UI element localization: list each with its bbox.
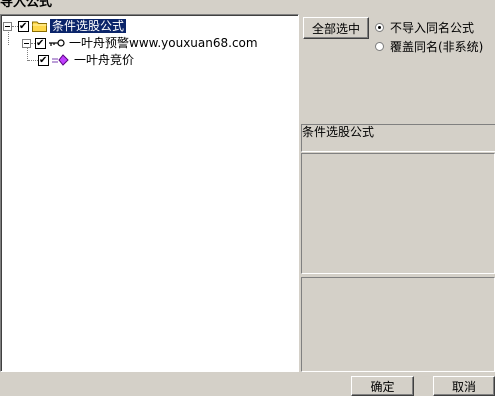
formula-diamond-icon <box>52 54 69 66</box>
ok-button[interactable]: 确定 <box>351 376 414 396</box>
child-label-text: 一叶舟预警www.youxuan68.com <box>69 36 258 50</box>
grandchild-checkbox[interactable] <box>38 54 49 66</box>
tree-branch-line <box>28 59 38 61</box>
tree-node-root[interactable]: 条件选股公式 <box>3 18 127 34</box>
root-checkbox[interactable] <box>18 20 29 32</box>
radio-overwrite-duplicates-indicator[interactable] <box>375 42 384 51</box>
window-title: 导入公式 <box>0 0 53 10</box>
radio-overwrite-duplicates[interactable]: 覆盖同名(非系统) <box>375 38 483 55</box>
cancel-button[interactable]: 取消 <box>433 376 495 396</box>
title-bar: 导入公式 <box>0 0 495 14</box>
tree-node-root-label[interactable]: 条件选股公式 <box>50 19 127 33</box>
formula-name-field: 条件选股公式 <box>301 124 495 152</box>
key-icon <box>49 39 65 47</box>
tree-node-child-label[interactable]: 一叶舟预警www.youxuan68.com <box>69 36 258 50</box>
tree-node-grandchild[interactable]: 一叶舟竞价 <box>28 52 134 68</box>
radio-skip-duplicates[interactable]: 不导入同名公式 <box>375 19 474 36</box>
tree-node-grandchild-label[interactable]: 一叶舟竞价 <box>74 53 134 67</box>
formula-params-pane[interactable] <box>301 277 495 372</box>
radio-skip-duplicates-label: 不导入同名公式 <box>390 21 475 35</box>
child-checkbox[interactable] <box>35 37 46 49</box>
radio-overwrite-duplicates-label: 覆盖同名(非系统) <box>390 40 484 54</box>
formula-description-pane[interactable] <box>301 153 495 274</box>
folder-icon <box>32 21 47 32</box>
formula-name-text: 条件选股公式 <box>302 125 375 139</box>
collapse-expander-icon[interactable] <box>22 38 31 48</box>
select-all-button[interactable]: 全部选中 <box>303 17 369 39</box>
collapse-expander-icon[interactable] <box>3 21 12 31</box>
formula-tree[interactable]: 条件选股公式 一叶舟预警www.youxuan68.com 一叶舟竞价 <box>0 14 299 372</box>
tree-node-child[interactable]: 一叶舟预警www.youxuan68.com <box>22 35 258 51</box>
radio-skip-duplicates-indicator[interactable] <box>375 23 384 32</box>
